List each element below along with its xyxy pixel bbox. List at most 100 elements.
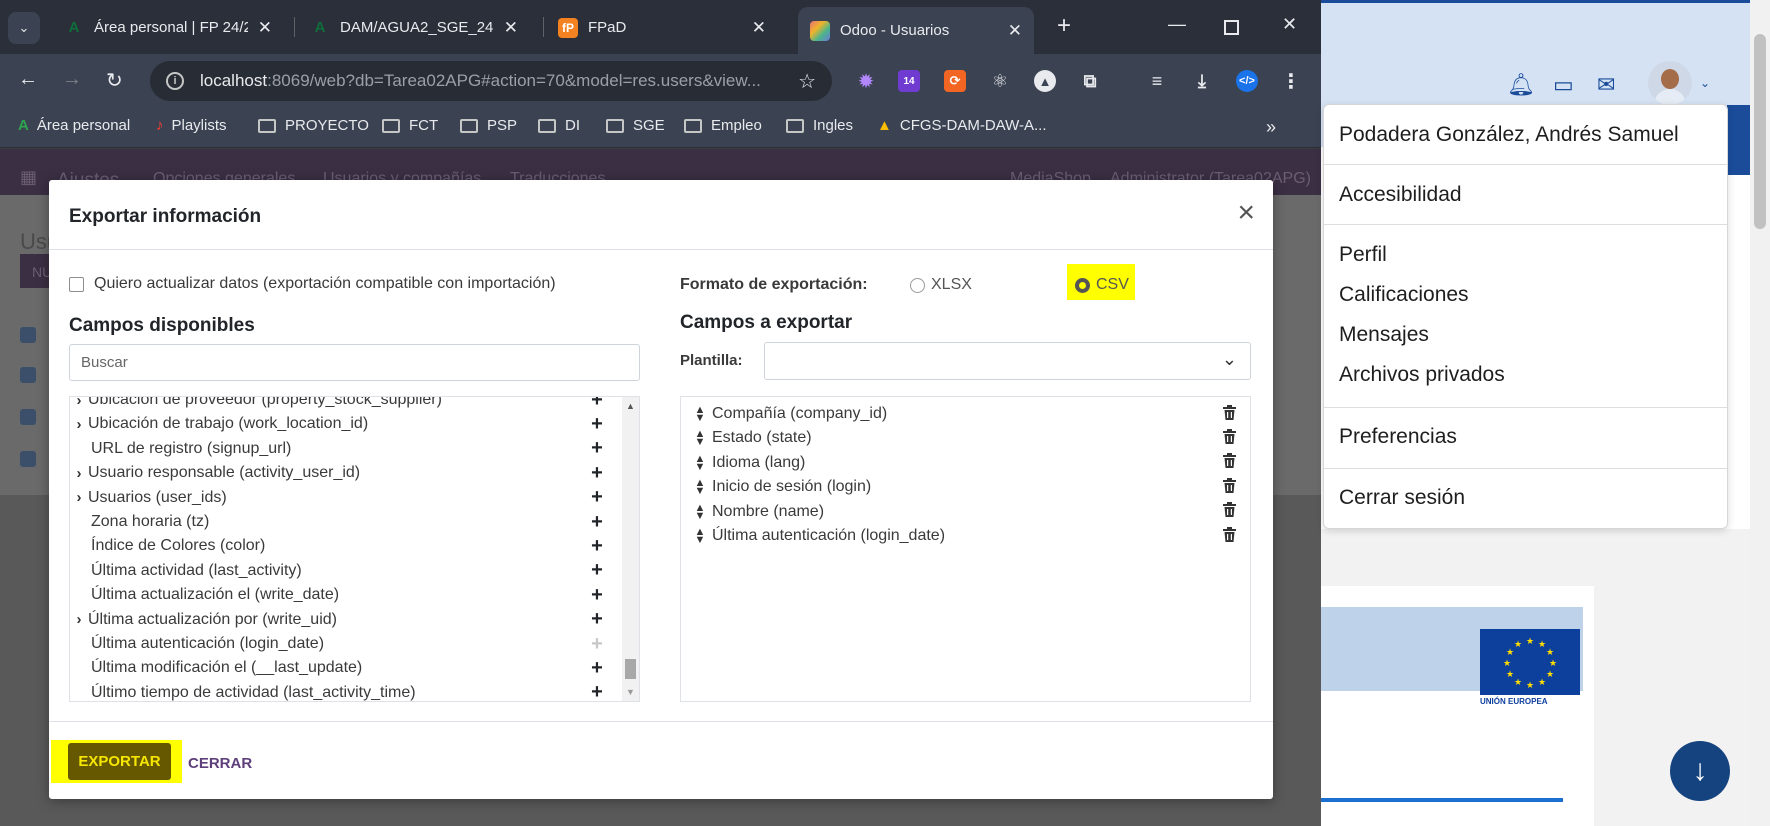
export-field-row[interactable]: ▲ ▼ Inicio de sesión (login) [693, 475, 1243, 499]
sort-handle-icon[interactable]: ▲ ▼ [693, 405, 707, 424]
available-field-row[interactable]: URL de registro (signup_url) + [70, 437, 622, 461]
available-field-row[interactable]: Última autenticación (login_date) + [70, 632, 622, 656]
scroll-up-icon[interactable]: ▲ [626, 401, 635, 411]
chevron-right-icon[interactable]: › [70, 611, 88, 628]
sync-extension-icon[interactable]: ⟳ [944, 70, 966, 92]
plus-icon[interactable]: + [588, 511, 606, 534]
plus-icon[interactable]: + [588, 462, 606, 485]
plus-icon[interactable]: + [588, 486, 606, 509]
chevron-right-icon[interactable]: › [70, 397, 88, 409]
radio-button[interactable] [910, 277, 925, 293]
plus-icon[interactable]: + [588, 633, 606, 656]
export-field-row[interactable]: ▲ ▼ Compañía (company_id) [693, 402, 1243, 426]
available-field-row[interactable]: › Usuarios (user_ids) + [70, 486, 622, 510]
bookmark-fct[interactable]: FCT [382, 117, 438, 134]
available-field-row[interactable]: › Ubicación de proveedor (property_stock_… [70, 397, 622, 412]
available-field-row[interactable]: Última modificación el (__last_update) + [70, 656, 622, 680]
scroll-down-button[interactable]: ↓ [1670, 741, 1730, 801]
code-extension-icon[interactable]: </> [1236, 70, 1258, 92]
chat-icon[interactable]: ▭ [1553, 72, 1574, 98]
trash-icon[interactable] [1223, 453, 1239, 472]
close-icon[interactable]: × [1237, 198, 1255, 228]
close-button[interactable]: CERRAR [188, 755, 252, 772]
menu-item-accesibilidad[interactable]: Accesibilidad [1339, 183, 1462, 207]
sort-handle-icon[interactable]: ▲ ▼ [693, 502, 707, 521]
export-field-row[interactable]: ▲ ▼ Última autenticación (login_date) [693, 524, 1243, 548]
scroll-down-icon[interactable]: ▼ [626, 687, 635, 697]
bookmark-empleo[interactable]: Empleo [684, 117, 762, 134]
menu-item-cerrar-sesion[interactable]: Cerrar sesión [1339, 486, 1465, 510]
export-field-row[interactable]: ▲ ▼ Estado (state) [693, 426, 1243, 450]
select-all-checkbox[interactable] [20, 327, 36, 343]
plus-icon[interactable]: + [588, 397, 606, 412]
export-field-row[interactable]: ▲ ▼ Nombre (name) [693, 500, 1243, 524]
menu-icon[interactable]: ⋮ [1280, 70, 1302, 93]
tab-area-personal[interactable]: A Área personal | FP 24/25 ✕ [52, 9, 284, 46]
avatar[interactable] [1648, 61, 1692, 105]
export-button[interactable]: EXPORTAR [68, 743, 171, 780]
plus-icon[interactable]: + [588, 657, 606, 680]
plus-icon[interactable]: + [588, 413, 606, 436]
close-icon[interactable]: ✕ [504, 18, 518, 38]
field-search-input[interactable]: Buscar [69, 344, 640, 381]
close-window-icon[interactable]: ✕ [1282, 14, 1297, 35]
sort-handle-icon[interactable]: ▲ ▼ [693, 478, 707, 497]
chevron-right-icon[interactable]: › [70, 465, 88, 482]
bookmark-cfgs[interactable]: ▲ CFGS-DAM-DAW-A... [877, 117, 1047, 134]
available-field-row[interactable]: › Ubicación de trabajo (work_location_id)… [70, 412, 622, 436]
available-field-row[interactable]: Índice de Colores (color) + [70, 534, 622, 558]
scrollbar[interactable] [1750, 0, 1770, 826]
available-field-row[interactable]: Zona horaria (tz) + [70, 510, 622, 534]
apps-icon[interactable]: ▦ [20, 167, 37, 188]
row-checkbox[interactable] [20, 451, 36, 467]
chevron-right-icon[interactable]: › [70, 489, 88, 506]
minimize-icon[interactable]: — [1168, 14, 1186, 35]
trash-icon[interactable] [1223, 502, 1239, 521]
tab-dam-agua2[interactable]: A DAM/AGUA2_SGE_2425 ✕ [298, 9, 530, 46]
bookmark-proyecto[interactable]: PROYECTO [258, 117, 369, 134]
bookmark-sge[interactable]: SGE [606, 117, 665, 134]
sort-handle-icon[interactable]: ▲ ▼ [693, 429, 707, 448]
sort-handle-icon[interactable]: ▲ ▼ [693, 527, 707, 546]
plus-icon[interactable]: + [588, 584, 606, 607]
scroll-thumb[interactable] [625, 659, 636, 679]
available-field-row[interactable]: › Usuario responsable (activity_user_id) + [70, 461, 622, 485]
mail-icon[interactable]: ✉ [1597, 72, 1615, 98]
compat-checkbox[interactable] [69, 276, 84, 292]
close-icon[interactable]: ✕ [258, 18, 272, 38]
puzzle-gear-extension-icon[interactable]: ✹ [855, 70, 877, 93]
template-select[interactable]: ⌄ [764, 342, 1251, 380]
sort-handle-icon[interactable]: ▲ ▼ [693, 453, 707, 472]
menu-item-calificaciones[interactable]: Calificaciones [1339, 283, 1469, 307]
more-bookmarks-icon[interactable]: » [1266, 117, 1276, 138]
download-icon[interactable]: ⤓ [1191, 70, 1213, 92]
new-button[interactable]: NU [20, 254, 52, 288]
radio-button-checked[interactable] [1075, 277, 1090, 293]
react-devtools-icon[interactable]: ⚛ [989, 70, 1011, 92]
bookmark-di[interactable]: DI [538, 117, 580, 134]
tab-fpad[interactable]: fP FPaD ✕ [546, 9, 778, 46]
maximize-icon[interactable] [1224, 20, 1239, 35]
info-icon[interactable]: i [166, 72, 184, 90]
bookmark-psp[interactable]: PSP [460, 117, 517, 134]
menu-item-mensajes[interactable]: Mensajes [1339, 323, 1429, 347]
bookmark-ingles[interactable]: Ingles [786, 117, 853, 134]
chevron-down-icon[interactable]: ⌄ [1700, 76, 1710, 90]
export-field-row[interactable]: ▲ ▼ Idioma (lang) [693, 451, 1243, 475]
trash-icon[interactable] [1223, 428, 1239, 448]
compat-option[interactable]: Quiero actualizar datos (exportación com… [69, 275, 556, 293]
scroll-thumb[interactable] [1754, 34, 1766, 229]
star-icon[interactable]: ☆ [798, 69, 816, 94]
media-control-icon[interactable]: ≡ [1146, 70, 1168, 92]
available-field-row[interactable]: Última actividad (last_activity) + [70, 559, 622, 583]
tab-odoo-usuarios[interactable]: Odoo - Usuarios ✕ [798, 7, 1034, 54]
reload-icon[interactable]: ↻ [106, 68, 123, 93]
address-bar[interactable]: i localhost:8069/web?db=Tarea02APG#actio… [150, 61, 832, 101]
row-checkbox[interactable] [20, 367, 36, 383]
row-checkbox[interactable] [20, 409, 36, 425]
extension-badge-icon[interactable]: 14 [898, 70, 920, 92]
bell-icon[interactable]: 🔔︎ [1507, 72, 1535, 98]
bookmark-area-personal[interactable]: A Área personal [18, 117, 130, 134]
extensions-icon[interactable]: ⧉ [1079, 70, 1101, 92]
forward-icon[interactable]: → [62, 68, 82, 91]
